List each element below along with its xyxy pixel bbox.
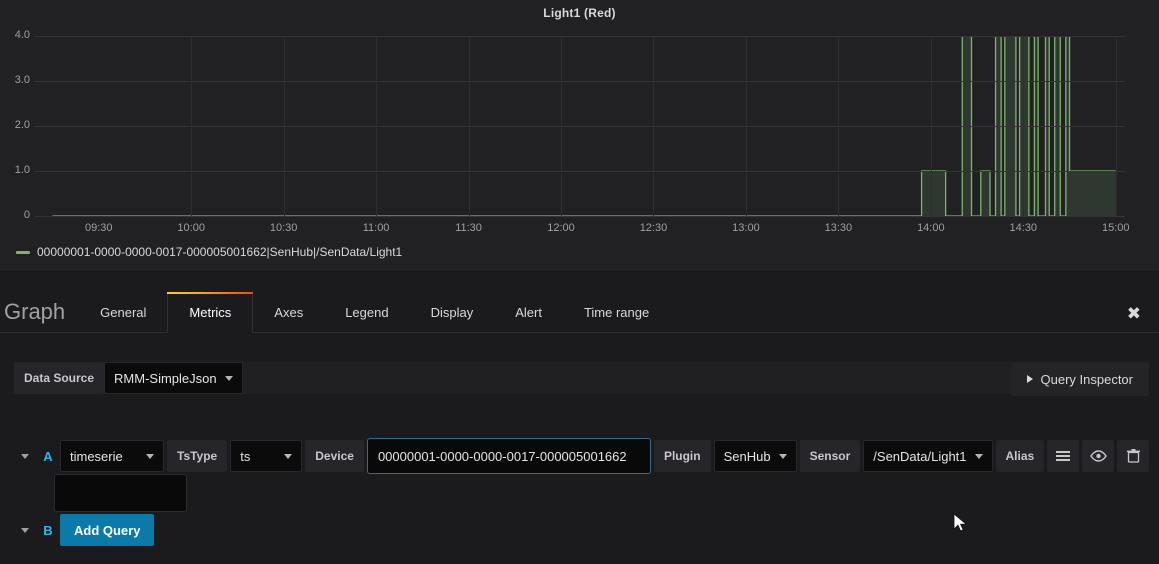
plugin-select[interactable]: SenHub <box>713 440 797 472</box>
panel-editor: Graph General Metrics Axes Legend Display Ale… <box>0 270 1159 564</box>
x-gridline <box>468 36 470 216</box>
y-gridline <box>34 81 1125 82</box>
x-axis-tick-label: 10:30 <box>269 222 298 234</box>
query-inspector-button[interactable]: Query Inspector <box>1010 362 1149 396</box>
eye-glyph <box>1089 450 1107 462</box>
add-query-button[interactable]: Add Query <box>60 514 155 546</box>
legend-color-swatch <box>16 250 30 254</box>
tab-alert[interactable]: Alert <box>494 306 563 332</box>
editor-tabbar: Graph General Metrics Axes Legend Display Ale… <box>0 288 1159 333</box>
x-axis-tick-label: 11:00 <box>362 222 390 234</box>
y-gridline <box>34 171 1125 172</box>
y-axis-tick-label: 3.0 <box>14 74 30 86</box>
sensor-label: Sensor <box>799 440 861 472</box>
chevron-down-icon <box>284 453 293 459</box>
y-axis-tick-label: 1.0 <box>14 164 30 176</box>
tab-time-range[interactable]: Time range <box>563 306 670 332</box>
y-gridline <box>34 126 1125 127</box>
x-axis-tick-label: 14:00 <box>917 222 945 234</box>
query-a-letter: A <box>43 448 53 464</box>
datasource-filler <box>242 362 1011 394</box>
x-gridline <box>653 36 655 216</box>
y-gridline <box>34 36 1125 37</box>
x-gridline <box>1023 36 1025 216</box>
tab-legend[interactable]: Legend <box>324 306 409 332</box>
query-type-value: timeserie <box>70 448 123 464</box>
tab-display[interactable]: Display <box>410 306 495 332</box>
y-gridline <box>34 216 1125 217</box>
graph-panel: Light1 (Red) 0 1.0 2.0 3.0 4.0 09:30 10:00 10:3… <box>0 0 1159 270</box>
x-gridline <box>1115 36 1117 216</box>
x-axis-tick-label: 15:00 <box>1101 222 1130 234</box>
x-gridline <box>561 36 562 216</box>
trash-icon[interactable] <box>1117 440 1150 472</box>
chevron-down-icon <box>224 375 233 381</box>
query-b-letter: B <box>43 522 53 538</box>
chevron-down-icon <box>146 453 154 459</box>
x-gridline <box>930 36 932 216</box>
query-type-select[interactable]: timeserie <box>60 440 164 472</box>
x-axis-tick-label: 13:00 <box>732 222 760 234</box>
sensor-value: /SenData/Light1 <box>873 448 967 464</box>
x-gridline <box>838 36 840 216</box>
chevron-right-icon <box>1026 375 1033 383</box>
datasource-label: Data Source <box>14 362 105 394</box>
tstype-select[interactable]: ts <box>230 440 303 472</box>
chevron-down-icon <box>974 453 983 459</box>
x-gridline <box>191 36 193 216</box>
close-icon[interactable]: ✖ <box>1127 305 1141 322</box>
x-axis-tick-label: 11:30 <box>455 222 482 234</box>
tab-metrics[interactable]: Metrics <box>167 292 254 333</box>
chevron-down-icon <box>778 453 787 459</box>
x-axis-tick-label: 14:30 <box>1009 222 1038 234</box>
mouse-cursor <box>953 513 968 532</box>
x-axis-tick-label: 09:30 <box>84 222 113 234</box>
x-axis-tick-label: 13:30 <box>824 222 853 234</box>
trash-glyph <box>1126 449 1140 463</box>
x-gridline <box>376 36 378 216</box>
sensor-select[interactable]: /SenData/Light1 <box>863 440 993 472</box>
query-inspector-label: Query Inspector <box>1040 371 1134 387</box>
grafana-panel-editor: Light1 (Red) 0 1.0 2.0 3.0 4.0 09:30 10:00 10:3… <box>0 0 1159 564</box>
tab-general[interactable]: General <box>79 306 167 332</box>
query-suggestion-panel[interactable] <box>54 474 187 512</box>
datasource-value: RMM-SimpleJson <box>114 370 217 386</box>
datasource-row: Data Source RMM-SimpleJson <box>14 362 1011 394</box>
y-axis-tick-label: 0 <box>23 209 30 221</box>
query-row-a: A timeserie TsType ts Device Plugin SenH… <box>14 438 1150 474</box>
x-axis-tick-label: 12:30 <box>639 222 668 234</box>
editor-heading: Graph <box>4 299 66 324</box>
tstype-value: ts <box>240 448 251 464</box>
tstype-label: TsType <box>167 440 228 472</box>
collapse-query-a-icon[interactable] <box>14 440 36 472</box>
x-axis-tick-label: 12:00 <box>547 222 575 234</box>
alias-label: Alias <box>995 440 1045 472</box>
collapse-query-b-icon[interactable] <box>14 514 36 546</box>
legend-series-label: 00000001-0000-0000-0017-000005001662|Sen… <box>37 245 403 259</box>
y-axis-tick-label: 4.0 <box>14 29 30 41</box>
plugin-value: SenHub <box>723 448 771 464</box>
plugin-label: Plugin <box>653 440 711 472</box>
device-label: Device <box>305 440 364 472</box>
eye-icon[interactable] <box>1082 440 1115 472</box>
hamburger-glyph <box>1056 450 1071 461</box>
x-gridline <box>283 36 285 216</box>
page-title: Light1 (Red) <box>543 6 616 20</box>
hamburger-icon[interactable] <box>1047 440 1080 472</box>
tab-axes[interactable]: Axes <box>253 306 324 332</box>
y-axis-tick-label: 2.0 <box>14 119 30 131</box>
datasource-select[interactable]: RMM-SimpleJson <box>104 362 243 394</box>
device-input[interactable] <box>366 438 651 474</box>
query-row-b: B Add Query <box>14 514 155 546</box>
x-gridline <box>745 36 747 216</box>
legend[interactable]: 00000001-0000-0000-0017-000005001662|Sen… <box>16 245 402 259</box>
x-axis-tick-label: 10:00 <box>177 222 205 234</box>
